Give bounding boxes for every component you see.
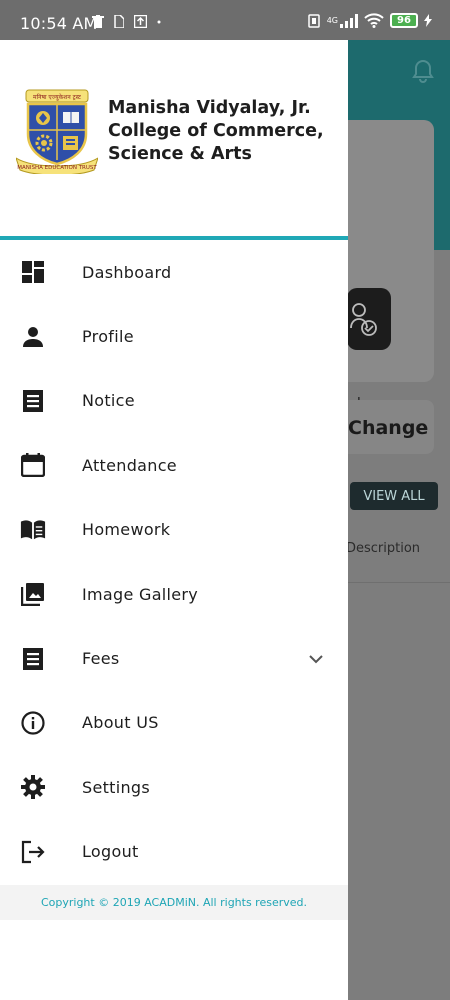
menu-label-homework: Homework: [82, 520, 171, 540]
menu-label-fees: Fees: [82, 649, 120, 669]
school-name-line-1: Manisha Vidyalay, Jr.: [108, 98, 311, 118]
calendar-icon: [20, 452, 46, 478]
person-icon: [20, 324, 46, 350]
copyright-text: Copyright © 2019 ACADMiN. All rights res…: [0, 885, 348, 920]
chevron-down-icon[interactable]: [306, 649, 326, 669]
menu-item-about-us[interactable]: About US: [0, 691, 348, 755]
svg-text:मनिषा एज्युकेशन ट्रस्ट: मनिषा एज्युकेशन ट्रस्ट: [33, 93, 82, 101]
menu-item-profile[interactable]: Profile: [0, 304, 348, 368]
menu-item-dashboard[interactable]: Dashboard: [0, 240, 348, 304]
menu-item-logout[interactable]: Logout: [0, 820, 348, 884]
view-all-button: VIEW ALL: [350, 482, 438, 510]
navigation-drawer: मनिषा एज्युकेशन ट्रस्ट MANISHA EDUCATION…: [0, 40, 348, 1000]
status-right-icons: 4G 96: [307, 13, 432, 28]
vibrate-icon: [307, 13, 320, 28]
dashboard-icon: [20, 259, 46, 285]
drawer-menu: Dashboard Profile Notice Attendance Home…: [0, 240, 348, 884]
school-name-line-3: Science & Arts: [108, 144, 252, 164]
status-time: 10:54 AM: [20, 14, 98, 33]
wifi-icon: [364, 13, 384, 28]
notice-icon: [20, 388, 46, 414]
menu-item-fees[interactable]: Fees: [0, 626, 348, 690]
menu-label-profile: Profile: [82, 327, 134, 347]
logout-icon: [20, 839, 46, 865]
menu-label-notice: Notice: [82, 391, 135, 411]
signal-icon: [340, 13, 358, 28]
bell-icon: [412, 59, 434, 83]
school-name-line-2: College of Commerce,: [108, 121, 324, 141]
fees-icon: [20, 646, 46, 672]
upload-icon: [134, 15, 147, 28]
menu-label-attendance: Attendance: [82, 455, 177, 475]
menu-label-logout: Logout: [82, 842, 139, 862]
dot-icon: [157, 20, 161, 23]
attendance-tile-icon: [347, 288, 391, 350]
info-icon: [20, 710, 46, 736]
school-logo: मनिषा एज्युकेशन ट्रस्ट MANISHA EDUCATION…: [16, 89, 98, 174]
menu-item-notice[interactable]: Notice: [0, 369, 348, 433]
status-left-icons: [92, 15, 161, 28]
svg-text:MANISHA EDUCATION TRUST: MANISHA EDUCATION TRUST: [17, 165, 97, 171]
battery-icon: 96: [390, 13, 418, 28]
menu-item-settings[interactable]: Settings: [0, 755, 348, 819]
network-type-label: 4G: [326, 16, 338, 25]
book-icon: [20, 517, 46, 543]
menu-label-about-us: About US: [82, 713, 159, 733]
school-name: Manisha Vidyalay, Jr. College of Commerc…: [108, 97, 338, 166]
charging-icon: [424, 14, 432, 27]
drawer-header: मनिषा एज्युकेशन ट्रस्ट MANISHA EDUCATION…: [0, 40, 348, 240]
description-label: Description: [346, 541, 421, 556]
menu-item-attendance[interactable]: Attendance: [0, 433, 348, 497]
sim-icon: [114, 15, 124, 28]
status-bar: 10:54 AM 4G 96: [0, 0, 450, 40]
trash-icon: [92, 15, 104, 28]
gear-icon: [20, 774, 46, 800]
menu-label-image-gallery: Image Gallery: [82, 584, 199, 604]
change-label: Change: [348, 417, 429, 439]
menu-label-dashboard: Dashboard: [82, 262, 172, 282]
menu-item-image-gallery[interactable]: Image Gallery: [0, 562, 348, 626]
menu-label-settings: Settings: [82, 777, 151, 797]
menu-item-homework[interactable]: Homework: [0, 498, 348, 562]
gallery-icon: [20, 581, 46, 607]
